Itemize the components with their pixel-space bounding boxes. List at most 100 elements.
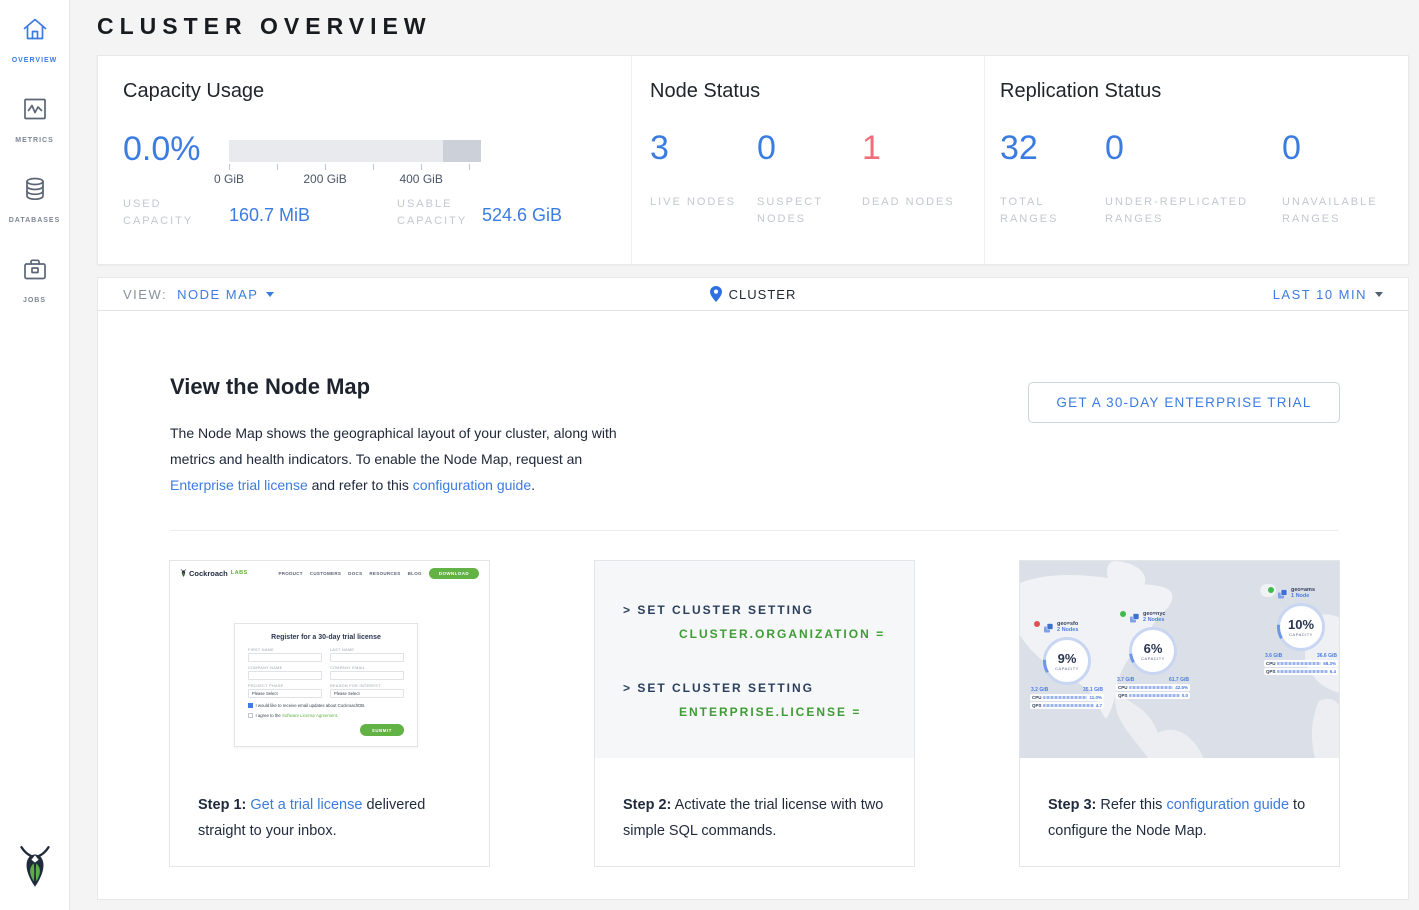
locality-badge-sfo: geo=sfo2 Nodes 9% CAPACITY 3.2 GiB35.1 G… — [1030, 621, 1104, 709]
configuration-guide-link[interactable]: configuration guide — [413, 477, 531, 493]
live-nodes-label: LIVE NODES — [650, 194, 745, 211]
step-text: Refer this — [1100, 797, 1162, 813]
live-nodes-metric: 3 LIVE NODES — [650, 128, 745, 211]
briefcase-icon — [21, 256, 49, 282]
steps-row: Cockroach LABS PRODUCT CUSTOMERS DOCS RE… — [169, 560, 1340, 867]
field-label: COMPANY EMAIL — [330, 666, 404, 670]
mini-site-download-button: DOWNLOAD — [429, 568, 479, 579]
suspect-nodes-metric: 0 SUSPECT NODES — [757, 128, 852, 228]
sidebar-item-label: METRICS — [15, 137, 54, 144]
trial-registration-form: Register for a 30-day trial license FIRS… — [234, 623, 418, 747]
text-field — [248, 671, 322, 680]
capacity-axis-labels: 0 GiB 200 GiB 400 GiB — [229, 172, 481, 186]
promo-description: The Node Map shows the geographical layo… — [170, 420, 640, 498]
axis-label: 200 GiB — [303, 172, 346, 186]
promo-text: . — [531, 477, 535, 493]
unavailable-ranges-value: 0 — [1282, 128, 1392, 168]
submit-button: SUBMIT — [360, 724, 404, 736]
select-field: Please Select — [248, 689, 322, 698]
sidebar-item-overview[interactable]: OVERVIEW — [0, 16, 69, 67]
dead-nodes-metric: 1 DEAD NODES — [862, 128, 957, 211]
node-cube-icon — [1043, 623, 1054, 634]
capacity-usage-title: Capacity Usage — [123, 80, 264, 103]
get-trial-license-link[interactable]: Get a trial license — [250, 797, 362, 813]
locality-badge-nyc: geo=nyc2 Nodes 6% CAPACITY 3.7 GiB61.7 G… — [1116, 611, 1190, 699]
checkbox-label: I agree to the Software License Agreemen… — [256, 713, 339, 718]
capacity-gauge: 9% CAPACITY — [1043, 637, 1091, 685]
node-status-section: Node Status 3 LIVE NODES 0 SUSPECT NODES… — [631, 56, 984, 264]
field-label: LAST NAME — [330, 648, 404, 652]
sidebar-item-databases[interactable]: DATABASES — [0, 176, 69, 227]
step-number: Step 1: — [198, 797, 246, 813]
step2-card: > SET CLUSTER SETTING CLUSTER.ORGANIZATI… — [594, 560, 915, 867]
view-selector[interactable]: VIEW: NODE MAP — [123, 287, 710, 302]
field-label: COMPANY NAME — [248, 666, 322, 670]
step1-caption: Step 1: Get a trial license delivered st… — [170, 758, 489, 844]
step2-caption: Step 2: Activate the trial license with … — [595, 758, 914, 844]
sidebar: OVERVIEW METRICS DATABASES JOBS — [0, 0, 70, 910]
breadcrumb: CLUSTER — [710, 286, 797, 302]
capacity-usage-section: Capacity Usage 0.0% 0 GiB 200 GiB 400 Gi… — [98, 56, 631, 264]
configuration-guide-link[interactable]: configuration guide — [1166, 797, 1289, 813]
breadcrumb-cluster: CLUSTER — [729, 287, 797, 302]
locality-badge-ams: geo=ams1 Node 10% CAPACITY 3.6 GiB36.6 G… — [1264, 587, 1338, 675]
cockroach-bug-icon — [17, 843, 53, 891]
email-updates-checkbox-row: I would like to receive email updates ab… — [248, 703, 404, 708]
step-number: Step 3: — [1048, 797, 1096, 813]
sql-commands-snippet: > SET CLUSTER SETTING CLUSTER.ORGANIZATI… — [595, 561, 914, 758]
checkbox-label: I would like to receive email updates ab… — [256, 703, 366, 708]
suspect-nodes-value: 0 — [757, 128, 852, 168]
usable-capacity-value: 524.6 GiB — [482, 205, 562, 226]
cockroach-bug-icon — [180, 568, 187, 578]
promo-text: The Node Map shows the geographical layo… — [170, 425, 617, 467]
sql-setting-line: ENTERPRISE.LICENSE = — [679, 705, 861, 719]
total-ranges-value: 32 — [1000, 128, 1095, 168]
mini-site-nav-item: CUSTOMERS — [310, 571, 341, 576]
capacity-bar-chart: 0 GiB 200 GiB 400 GiB — [229, 140, 481, 186]
sidebar-item-metrics[interactable]: METRICS — [0, 96, 69, 147]
node-map-preview: geo=sfo2 Nodes 9% CAPACITY 3.2 GiB35.1 G… — [1020, 561, 1339, 758]
live-nodes-value: 3 — [650, 128, 745, 168]
page-title: CLUSTER OVERVIEW — [97, 13, 432, 40]
capacity-bar — [229, 140, 481, 162]
capacity-gauge: 10% CAPACITY — [1277, 603, 1325, 651]
enterprise-trial-button[interactable]: GET A 30-DAY ENTERPRISE TRIAL — [1028, 382, 1340, 423]
usable-capacity-label: USABLE CAPACITY — [397, 196, 487, 230]
time-range-selector[interactable]: LAST 10 MIN — [796, 287, 1383, 302]
capacity-gauge: 6% CAPACITY — [1129, 627, 1177, 675]
under-replicated-ranges-value: 0 — [1105, 128, 1270, 168]
mini-site-logo-text: Cockroach — [189, 569, 228, 578]
view-dropdown-value[interactable]: NODE MAP — [177, 287, 258, 302]
step1-card: Cockroach LABS PRODUCT CUSTOMERS DOCS RE… — [169, 560, 490, 867]
total-ranges-metric: 32 TOTAL RANGES — [1000, 128, 1095, 228]
promo-text: and refer to this — [312, 477, 409, 493]
promo-title: View the Node Map — [170, 374, 370, 400]
divider — [170, 530, 1338, 531]
unavailable-ranges-metric: 0 UNAVAILABLE RANGES — [1282, 128, 1392, 228]
form-title: Register for a 30-day trial license — [248, 634, 404, 641]
sidebar-item-jobs[interactable]: JOBS — [0, 256, 69, 307]
checkbox-unchecked — [248, 713, 253, 718]
cockroachdb-logo — [17, 843, 53, 896]
location-pin-icon — [710, 286, 722, 302]
sql-prompt-line: > SET CLUSTER SETTING — [623, 681, 814, 695]
status-dot-icon — [1034, 621, 1040, 627]
mini-site-header: Cockroach LABS PRODUCT CUSTOMERS DOCS RE… — [170, 561, 489, 585]
sidebar-item-label: OVERVIEW — [12, 57, 58, 64]
database-icon — [21, 176, 49, 202]
enterprise-trial-license-link[interactable]: Enterprise trial license — [170, 477, 308, 493]
mini-site-nav-item: PRODUCT — [278, 571, 302, 576]
view-label: VIEW: — [123, 287, 167, 302]
summary-panel: Capacity Usage 0.0% 0 GiB 200 GiB 400 Gi… — [97, 55, 1409, 265]
under-replicated-ranges-label: UNDER-REPLICATED RANGES — [1105, 194, 1270, 228]
capacity-axis-ticks — [229, 164, 481, 172]
sidebar-item-label: JOBS — [23, 297, 46, 304]
node-cube-icon — [1277, 589, 1288, 600]
mini-site-nav-item: BLOG — [408, 571, 422, 576]
status-dot-icon — [1120, 611, 1126, 617]
used-capacity-value: 160.7 MiB — [229, 205, 310, 226]
used-capacity-label: USED CAPACITY — [123, 196, 203, 230]
sql-setting-line: CLUSTER.ORGANIZATION = — [679, 627, 885, 641]
time-range-value[interactable]: LAST 10 MIN — [1273, 287, 1367, 302]
home-icon — [21, 16, 49, 42]
